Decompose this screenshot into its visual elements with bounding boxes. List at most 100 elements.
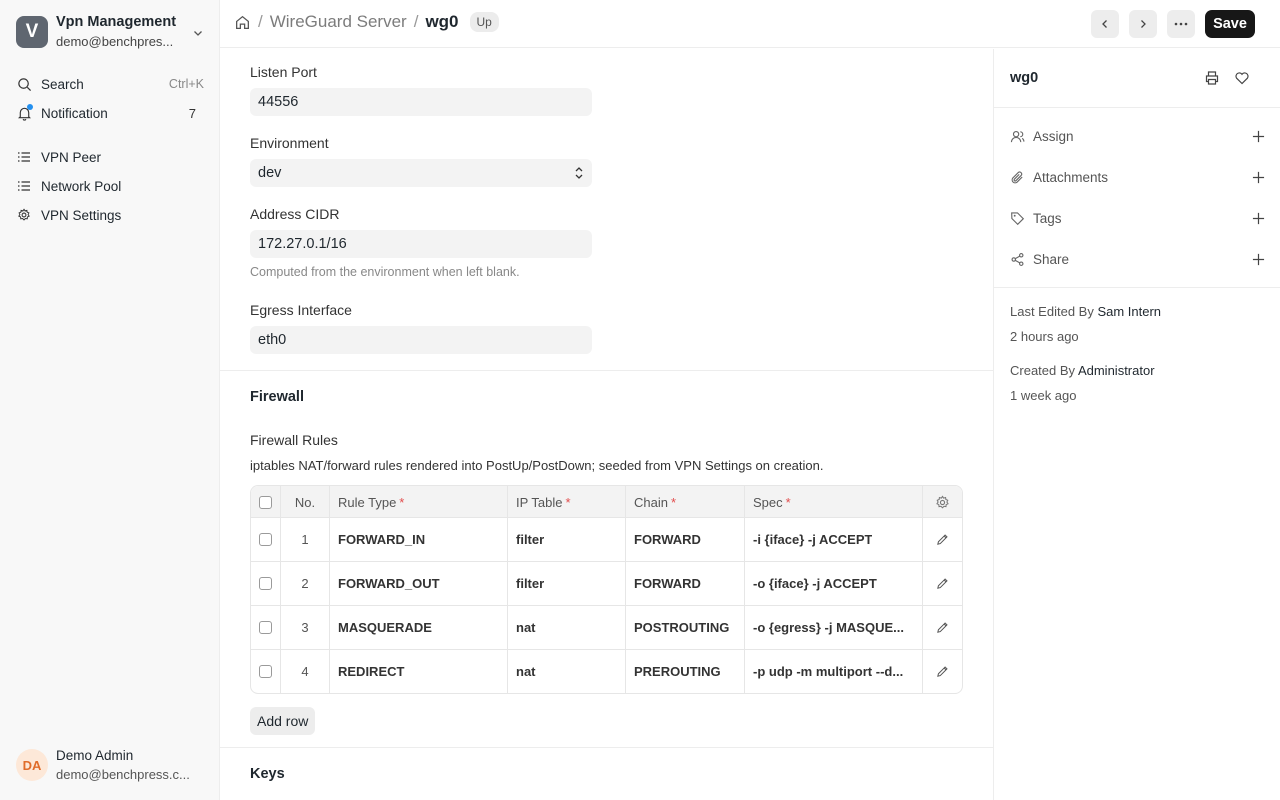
notification-button[interactable]: Notification 7 <box>16 101 204 125</box>
document-title: wg0 <box>1010 70 1039 86</box>
egress-interface-value: eth0 <box>258 332 287 348</box>
column-header-label: Chain <box>634 494 668 510</box>
status-badge: Up <box>469 12 499 32</box>
plus-icon[interactable] <box>1252 130 1265 143</box>
edit-row-button[interactable] <box>923 650 962 693</box>
rule-type-cell[interactable]: FORWARD_IN <box>330 518 508 561</box>
table-row[interactable]: 1 FORWARD_IN filter FORWARD -i {iface} -… <box>251 517 962 561</box>
sidebar-item-label: VPN Settings <box>41 207 122 223</box>
sidebar-item-vpn-peer[interactable]: VPN Peer <box>16 145 204 169</box>
rule-type-cell[interactable]: REDIRECT <box>330 650 508 693</box>
plus-icon[interactable] <box>1252 253 1265 266</box>
user-icon <box>1009 128 1025 144</box>
row-checkbox[interactable] <box>259 577 272 590</box>
firewall-section-title[interactable]: Firewall <box>250 389 304 405</box>
column-header-rule-type: Rule Type * <box>330 486 508 518</box>
app-name: Vpn Management <box>56 14 177 30</box>
spec-cell[interactable]: -p udp -m multiport --d... <box>745 650 923 693</box>
next-button[interactable] <box>1129 10 1157 38</box>
home-icon[interactable] <box>234 14 251 31</box>
last-edited-time: 2 hours ago <box>1010 329 1079 344</box>
edit-row-button[interactable] <box>923 562 962 605</box>
table-row[interactable]: 4 REDIRECT nat PREROUTING -p udp -m mult… <box>251 649 962 693</box>
chain-cell[interactable]: FORWARD <box>626 562 745 605</box>
created-user[interactable]: Administrator <box>1078 363 1155 378</box>
more-options-button[interactable] <box>1167 10 1195 38</box>
ip-table-cell[interactable]: filter <box>508 562 626 605</box>
spec-cell[interactable]: -i {iface} -j ACCEPT <box>745 518 923 561</box>
search-label: Search <box>41 76 84 92</box>
avatar: DA <box>16 749 48 781</box>
row-checkbox-cell <box>251 518 281 561</box>
chain-cell[interactable]: FORWARD <box>626 518 745 561</box>
spec-cell[interactable]: -o {egress} -j MASQUE... <box>745 606 923 649</box>
pencil-icon <box>936 533 949 546</box>
rule-type-cell[interactable]: MASQUERADE <box>330 606 508 649</box>
attachments-row[interactable]: Attachments <box>1009 167 1265 187</box>
tags-row[interactable]: Tags <box>1009 208 1265 228</box>
sidebar: V Vpn Management demo@benchpres... Searc… <box>0 0 220 800</box>
plus-icon[interactable] <box>1252 212 1265 225</box>
spec-value: -o {iface} -j ACCEPT <box>753 576 877 591</box>
column-settings-button[interactable] <box>923 486 962 518</box>
app-switcher[interactable]: V Vpn Management demo@benchpres... <box>16 14 212 50</box>
sidebar-item-label: VPN Peer <box>41 149 102 165</box>
required-indicator: * <box>785 494 791 510</box>
keys-section-title[interactable]: Keys <box>250 766 285 782</box>
chevron-left-icon <box>1099 18 1111 30</box>
row-number: 2 <box>281 562 330 605</box>
share-row[interactable]: Share <box>1009 249 1265 269</box>
sidebar-item-network-pool[interactable]: Network Pool <box>16 174 204 198</box>
environment-select[interactable]: dev <box>250 159 592 187</box>
rule-type-cell[interactable]: FORWARD_OUT <box>330 562 508 605</box>
print-button[interactable] <box>1203 69 1221 87</box>
edit-row-button[interactable] <box>923 606 962 649</box>
egress-interface-label: Egress Interface <box>250 302 352 318</box>
listen-port-input[interactable]: 44556 <box>250 88 592 116</box>
address-cidr-input[interactable]: 172.27.0.1/16 <box>250 230 592 258</box>
row-checkbox[interactable] <box>259 665 272 678</box>
pencil-icon <box>936 665 949 678</box>
edit-row-button[interactable] <box>923 518 962 561</box>
environment-value: dev <box>258 165 282 181</box>
chevron-right-icon <box>1137 18 1149 30</box>
sidebar-item-vpn-settings[interactable]: VPN Settings <box>16 203 204 227</box>
search-icon <box>16 76 32 92</box>
ip-table-cell[interactable]: nat <box>508 650 626 693</box>
required-indicator: * <box>670 494 677 510</box>
breadcrumb-separator: / <box>258 12 263 31</box>
spec-cell[interactable]: -o {iface} -j ACCEPT <box>745 562 923 605</box>
row-checkbox-cell <box>251 562 281 605</box>
row-checkbox-cell <box>251 650 281 693</box>
panel-divider <box>994 107 1280 108</box>
select-all-checkbox[interactable] <box>259 495 272 509</box>
table-row[interactable]: 2 FORWARD_OUT filter FORWARD -o {iface} … <box>251 561 962 605</box>
chain-cell[interactable]: PREROUTING <box>626 650 745 693</box>
plus-icon[interactable] <box>1252 171 1265 184</box>
previous-button[interactable] <box>1091 10 1119 38</box>
add-row-button[interactable]: Add row <box>250 707 316 735</box>
last-edited-user[interactable]: Sam Intern <box>1097 304 1161 319</box>
assign-row[interactable]: Assign <box>1009 126 1265 146</box>
like-button[interactable] <box>1233 69 1251 87</box>
row-checkbox[interactable] <box>259 533 272 546</box>
more-horizontal-icon <box>1174 22 1188 26</box>
section-divider <box>220 370 993 371</box>
row-number: 4 <box>281 650 330 693</box>
save-button[interactable]: Save <box>1205 10 1255 38</box>
gear-icon <box>935 494 950 510</box>
chain-cell[interactable]: POSTROUTING <box>626 606 745 649</box>
created-info: Created By Administrator <box>1010 363 1155 378</box>
user-menu[interactable]: DA Demo Admin demo@benchpress.c... <box>16 746 190 784</box>
search-button[interactable]: Search Ctrl+K <box>16 72 204 96</box>
row-checkbox[interactable] <box>259 621 272 634</box>
table-row[interactable]: 3 MASQUERADE nat POSTROUTING -o {egress}… <box>251 605 962 649</box>
ip-table-cell[interactable]: nat <box>508 606 626 649</box>
pencil-icon <box>936 577 949 590</box>
column-header-ip-table: IP Table * <box>508 486 626 518</box>
breadcrumb-parent-link[interactable]: WireGuard Server <box>270 12 407 32</box>
egress-interface-input[interactable]: eth0 <box>250 326 592 354</box>
printer-icon <box>1204 70 1220 86</box>
ip-table-cell[interactable]: filter <box>508 518 626 561</box>
created-prefix: Created By <box>1010 363 1076 378</box>
